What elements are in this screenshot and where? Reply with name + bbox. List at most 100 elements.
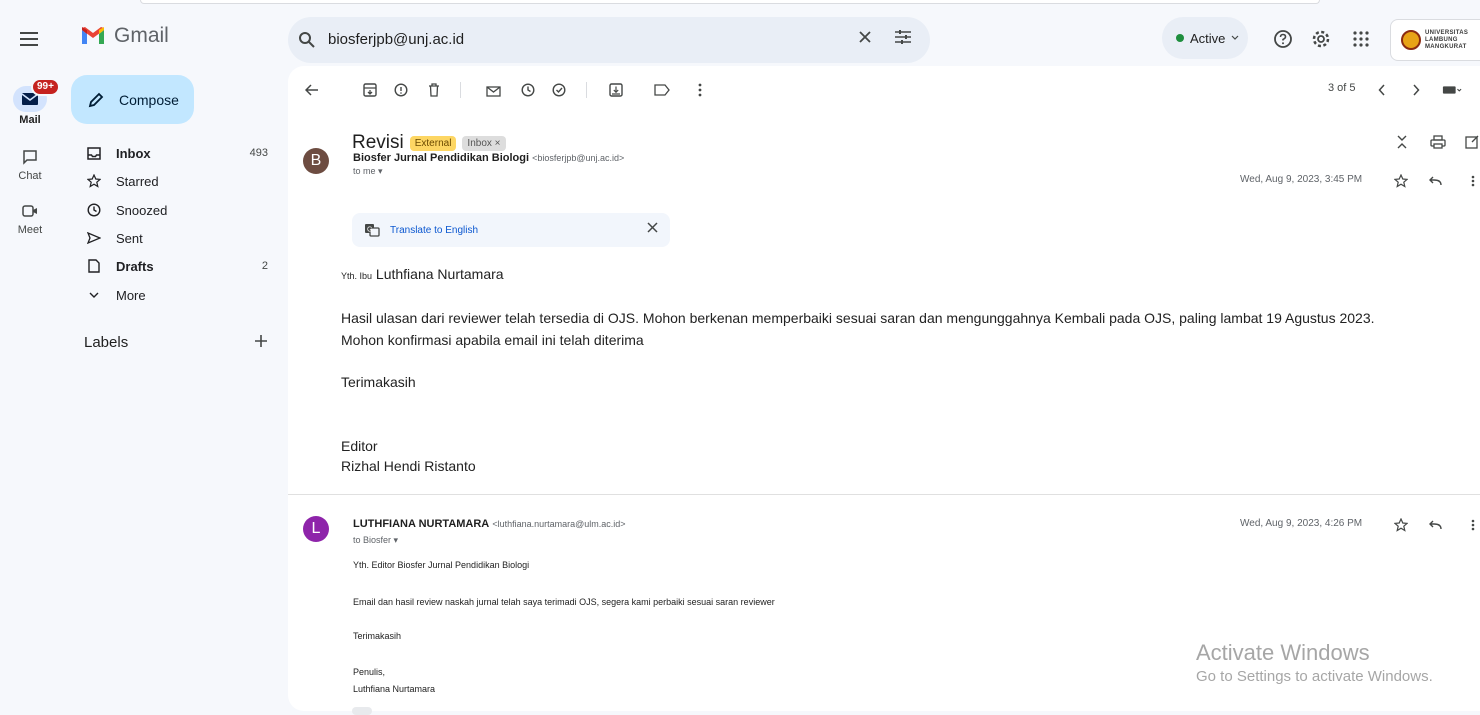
more-vertical-icon[interactable] xyxy=(690,80,710,100)
snooze-clock-icon[interactable] xyxy=(518,80,538,100)
labels-heading: Labels xyxy=(84,334,129,351)
clear-search-icon[interactable] xyxy=(858,30,872,44)
collapse-all-icon[interactable] xyxy=(1392,132,1412,152)
compose-button[interactable]: Compose xyxy=(71,75,194,124)
message-thanks: Terimakasih xyxy=(341,374,416,390)
sender-email: <biosferjpb@unj.ac.id> xyxy=(532,153,625,163)
windows-activation-title: Activate Windows xyxy=(1196,640,1370,665)
send-icon xyxy=(80,232,108,244)
chevron-down-icon xyxy=(1231,35,1239,40)
mark-unread-icon[interactable] xyxy=(484,80,504,100)
app-rail: 99+ Mail Chat Meet xyxy=(0,0,60,715)
nav-item-starred[interactable]: Starred xyxy=(70,167,276,195)
signature-role: Penulis, xyxy=(353,667,386,677)
apps-grid-icon[interactable] xyxy=(1350,28,1372,50)
message-date: Wed, Aug 9, 2023, 3:45 PM xyxy=(1240,174,1363,185)
rail-item-meet[interactable]: Meet xyxy=(0,198,60,236)
nav-item-snoozed[interactable]: Snoozed xyxy=(70,196,276,224)
account-org-text: UNIVERSITAS LAMBUNG MANGKURAT xyxy=(1425,29,1469,50)
report-spam-icon[interactable] xyxy=(391,80,411,100)
newer-chevron-left-icon[interactable] xyxy=(1372,80,1392,100)
toolbar-divider xyxy=(460,82,461,98)
nav-label: Sent xyxy=(116,230,143,246)
move-to-icon[interactable] xyxy=(606,80,626,100)
message-paragraph: Mohon konfirmasi apabila email ini telah… xyxy=(341,332,644,348)
chevron-down-icon xyxy=(80,292,108,298)
nav-label: Snoozed xyxy=(116,202,168,218)
quoted-text-toggle[interactable] xyxy=(352,707,372,715)
main-menu-button[interactable] xyxy=(16,26,42,52)
rail-item-chat[interactable]: Chat xyxy=(0,144,60,182)
status-label: Active xyxy=(1190,30,1226,46)
back-arrow-icon[interactable] xyxy=(302,80,322,100)
help-icon[interactable] xyxy=(1272,28,1294,50)
external-tag: External xyxy=(409,135,457,151)
nav-item-inbox[interactable]: Inbox 493 xyxy=(70,139,276,167)
message-sender[interactable]: Biosfer Jurnal Pendidikan Biologi <biosf… xyxy=(353,152,624,164)
open-new-window-icon[interactable] xyxy=(1462,132,1480,152)
mail-unread-badge: 99+ xyxy=(31,78,60,96)
rail-item-label: Chat xyxy=(18,170,42,182)
older-chevron-right-icon[interactable] xyxy=(1406,80,1426,100)
nav-item-drafts[interactable]: Drafts 2 xyxy=(70,252,276,280)
message-divider xyxy=(288,494,1480,495)
archive-icon[interactable] xyxy=(360,80,380,100)
compose-label: Compose xyxy=(119,91,179,108)
greeting-prefix: Yth. Ibu xyxy=(341,271,373,281)
recipients-toggle[interactable]: to Biosfer ▾ xyxy=(353,535,398,546)
sender-avatar[interactable]: L xyxy=(303,516,329,542)
greeting-name: Luthfiana Nurtamara xyxy=(375,266,504,282)
status-selector[interactable]: Active xyxy=(1162,17,1248,59)
sender-name: LUTHFIANA NURTAMARA xyxy=(353,518,490,530)
more-vertical-icon[interactable] xyxy=(1464,516,1480,534)
star-icon[interactable] xyxy=(1392,172,1410,190)
star-icon xyxy=(80,174,108,188)
signature-role: Editor xyxy=(341,438,378,454)
translate-link[interactable]: Translate to English xyxy=(390,225,478,236)
rail-item-mail[interactable]: 99+ Mail xyxy=(0,78,60,126)
search-bar xyxy=(288,17,930,63)
gmail-logo[interactable]: Gmail xyxy=(80,24,169,48)
reply-icon[interactable] xyxy=(1426,172,1444,190)
university-logo-icon xyxy=(1401,30,1421,50)
input-tools-keyboard-icon[interactable] xyxy=(1442,80,1462,100)
reply-icon[interactable] xyxy=(1426,516,1444,534)
close-icon[interactable] xyxy=(647,222,658,233)
svg-text:G: G xyxy=(367,227,372,234)
pagination-text: 3 of 5 xyxy=(1328,82,1356,94)
message-paragraph: Hasil ulasan dari reviewer telah tersedi… xyxy=(341,310,1375,326)
settings-gear-icon[interactable] xyxy=(1310,28,1332,50)
search-icon[interactable] xyxy=(298,31,316,49)
star-icon[interactable] xyxy=(1392,516,1410,534)
translate-bar: G Translate to English xyxy=(352,213,670,247)
inbox-label-chip[interactable]: Inbox × xyxy=(462,135,506,151)
search-options-icon[interactable] xyxy=(894,29,912,45)
nav-item-sent[interactable]: Sent xyxy=(70,224,276,252)
delete-trash-icon[interactable] xyxy=(424,80,444,100)
account-switcher[interactable]: UNIVERSITAS LAMBUNG MANGKURAT xyxy=(1390,19,1480,61)
toolbar-divider xyxy=(586,82,587,98)
hamburger-icon xyxy=(20,32,38,46)
label-tag-icon[interactable] xyxy=(652,80,672,100)
nav-label: More xyxy=(116,287,146,303)
nav-count: 2 xyxy=(261,260,268,272)
browser-chrome-edge xyxy=(140,0,1320,4)
sender-avatar[interactable]: B xyxy=(303,148,329,174)
add-task-icon[interactable] xyxy=(550,80,570,100)
nav-label: Drafts xyxy=(116,258,154,274)
print-icon[interactable] xyxy=(1428,132,1448,152)
sender-name: Biosfer Jurnal Pendidikan Biologi xyxy=(353,152,530,164)
search-input[interactable] xyxy=(328,31,808,48)
subject-text: Revisi xyxy=(352,132,404,153)
message-greeting: Yth. Editor Biosfer Jurnal Pendidikan Bi… xyxy=(353,560,530,570)
recipients-toggle[interactable]: to me ▾ xyxy=(353,166,383,177)
nav-item-more[interactable]: More xyxy=(70,281,276,309)
more-vertical-icon[interactable] xyxy=(1464,172,1480,190)
nav-label: Inbox xyxy=(116,145,151,161)
chat-icon xyxy=(23,150,37,165)
pencil-icon xyxy=(88,92,104,107)
gmail-m-icon xyxy=(82,27,104,44)
app-name: Gmail xyxy=(114,24,169,47)
add-label-icon[interactable] xyxy=(254,334,268,348)
message-sender[interactable]: LUTHFIANA NURTAMARA <luthfiana.nurtamara… xyxy=(353,518,626,530)
